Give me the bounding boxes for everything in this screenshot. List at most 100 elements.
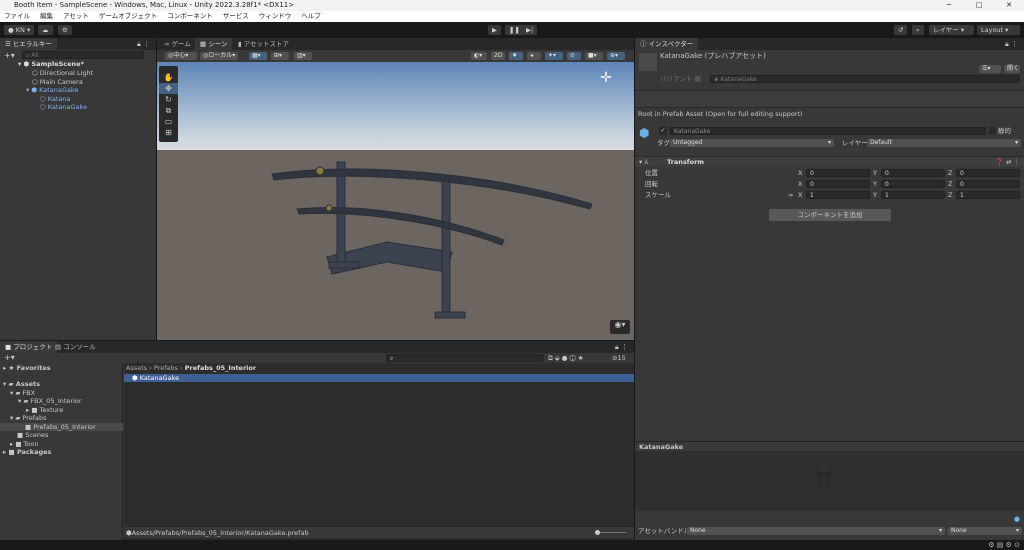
open-prefab-button[interactable]: 開く	[1004, 65, 1020, 73]
transform-x-field[interactable]: 0	[806, 169, 870, 177]
transform-x-field[interactable]: 0	[806, 180, 870, 188]
hidden-count[interactable]: ⊘15	[612, 354, 626, 362]
tab-game[interactable]: ∞ ゲーム	[159, 38, 196, 50]
tab-asset-store[interactable]: ▮ アセットストア	[233, 38, 294, 50]
transform-z-field[interactable]: 0	[956, 180, 1020, 188]
menu-component[interactable]: コンポーネント	[167, 11, 213, 22]
step-button[interactable]: ▶|	[522, 25, 538, 35]
lock-icon[interactable]: 🔒︎ ⋮	[615, 343, 628, 352]
grid-snap-button[interactable]: ▦▾	[249, 52, 267, 60]
scene-gizmo-icon[interactable]: ✛	[590, 70, 622, 102]
file-item-selected[interactable]: ⬢ KatanaGake	[124, 374, 634, 382]
lock-icon[interactable]: 🔒︎ ⋮	[1005, 40, 1018, 49]
gizmos-button[interactable]: ⊕▾	[607, 52, 625, 60]
play-button[interactable]: ▶	[488, 25, 501, 35]
active-checkbox[interactable]: ✓	[659, 127, 667, 135]
snap-button[interactable]: ⊞▾	[271, 52, 289, 60]
tab-inspector[interactable]: ⓘ インスペクター	[635, 38, 699, 50]
icon-size-slider[interactable]	[595, 530, 626, 535]
hierarchy-item[interactable]: ⬡ Directional Light	[32, 69, 93, 77]
align-button[interactable]: ▥▾	[294, 52, 312, 60]
hierarchy-item[interactable]: ▾ ⬢ KatanaGake	[26, 86, 78, 94]
add-button[interactable]: +▾	[4, 51, 15, 60]
search-icon[interactable]: ⌕	[912, 25, 924, 35]
tree-assets[interactable]: ▾ ▰ Assets	[3, 380, 40, 388]
label-icon[interactable]: ●	[1014, 515, 1020, 523]
scale-tool-icon[interactable]: ⧉	[159, 105, 178, 116]
tree-folder[interactable]: ▸ ■ Toon	[10, 440, 39, 448]
menu-assets[interactable]: アセット	[63, 11, 89, 22]
layer-dropdown[interactable]: Default ▾	[867, 139, 1021, 147]
maximize-button[interactable]: □	[964, 0, 994, 11]
account-button[interactable]: ● KN ▾	[4, 25, 35, 35]
tag-dropdown[interactable]: Untagged ▾	[670, 139, 834, 147]
lock-icon[interactable]: 🔒︎ ⋮	[137, 40, 150, 49]
draw-mode-button[interactable]: ◐▾	[471, 52, 487, 60]
name-input[interactable]: KatanaGake	[670, 127, 986, 135]
camera-button[interactable]: ■▾	[585, 52, 603, 60]
history-icon[interactable]: ↺	[894, 25, 908, 35]
2d-toggle[interactable]: 2D	[491, 52, 505, 60]
asset-bundle-dropdown[interactable]: None ▾	[687, 527, 945, 535]
tab-hierarchy[interactable]: ☰ ヒエラルキー	[0, 38, 57, 50]
transform-tool-icon[interactable]: ⊞	[159, 127, 178, 138]
collab-icon[interactable]: ⚙	[58, 25, 72, 35]
tree-folder[interactable]: ▸ ■ Texture	[26, 406, 63, 414]
transform-x-field[interactable]: 1	[806, 191, 870, 199]
menu-window[interactable]: ウィンドウ	[259, 11, 292, 22]
hierarchy-item[interactable]: ⬡ Katana	[40, 95, 71, 103]
transform-z-field[interactable]: 1	[956, 191, 1020, 199]
space-dropdown[interactable]: ◎ローカル▾	[200, 52, 238, 60]
lighting-toggle[interactable]: ♦	[509, 52, 523, 60]
static-checkbox[interactable]	[989, 127, 996, 134]
rotate-tool-icon[interactable]: ↻	[159, 94, 178, 105]
transform-y-field[interactable]: 1	[881, 191, 945, 199]
tab-project[interactable]: ■ プロジェクト	[0, 341, 58, 353]
constrain-proportions-icon[interactable]: ∞	[788, 191, 793, 199]
menu-gameobject[interactable]: ゲームオブジェクト	[99, 11, 157, 22]
component-menu-icon[interactable]: ❓ ⇄ ⋮	[996, 158, 1020, 166]
breadcrumb-item[interactable]: Prefabs_05_Interior	[185, 364, 256, 372]
tab-console[interactable]: ▤ コンソール	[50, 341, 101, 353]
preview-header[interactable]: KatanaGake	[635, 441, 1024, 451]
scene-viewport[interactable]	[157, 62, 634, 340]
menu-services[interactable]: サービス	[223, 11, 249, 22]
effects-toggle[interactable]: ✦▾	[545, 52, 563, 60]
hierarchy-search-input[interactable]: ⌕ All	[22, 51, 144, 59]
tree-folder[interactable]: ▾ ▰ Prefabs	[10, 414, 47, 422]
rect-tool-icon[interactable]: ▭	[159, 116, 178, 127]
close-button[interactable]: ✕	[994, 0, 1024, 11]
tree-favorites[interactable]: ▸ ★ Favorites	[3, 364, 51, 372]
transform-y-field[interactable]: 0	[881, 169, 945, 177]
create-button[interactable]: +▾	[4, 353, 15, 362]
hierarchy-item[interactable]: ⬡ KatanaGake	[40, 103, 87, 111]
breadcrumb-item[interactable]: Prefabs	[154, 364, 178, 372]
breadcrumb-item[interactable]: Assets	[126, 364, 147, 372]
filter-icons[interactable]: ⧉ ⬙ ● ⓘ ★	[548, 354, 583, 362]
overlay-menu-icon[interactable]: ◉▾	[610, 320, 630, 334]
pivot-dropdown[interactable]: ◎中心▾	[165, 52, 197, 60]
tree-folder-selected[interactable]: ■ Prefabs_05_Interior	[0, 423, 123, 431]
tree-folder[interactable]: ▾ ▰ FBX_05_Interior	[18, 397, 82, 405]
overrides-dropdown[interactable]: ☰▾	[979, 65, 1001, 73]
asset-variant-dropdown[interactable]: None ▾	[948, 527, 1022, 535]
project-search-input[interactable]: ⌕	[386, 354, 544, 362]
transform-z-field[interactable]: 0	[956, 169, 1020, 177]
move-tool-icon[interactable]: ✥	[159, 83, 178, 94]
hand-tool-icon[interactable]: ✋	[159, 72, 178, 83]
tab-scene[interactable]: ▦ シーン	[195, 38, 233, 50]
transform-header[interactable]: ▾ ⅄ Transform ❓ ⇄ ⋮	[635, 156, 1024, 167]
audio-toggle[interactable]: ◂	[527, 52, 541, 60]
menu-help[interactable]: ヘルプ	[301, 11, 321, 22]
tree-folder[interactable]: ▾ ▰ FBX	[10, 389, 35, 397]
status-bar-icons[interactable]: ⚙ ▤ ⚙ ⊙	[988, 541, 1020, 549]
menu-file[interactable]: ファイル	[4, 11, 30, 22]
hidden-toggle[interactable]: ⊘	[567, 52, 581, 60]
tree-packages[interactable]: ▸ ■ Packages	[3, 448, 51, 456]
layers-dropdown[interactable]: レイヤー ▾	[929, 25, 974, 35]
minimize-button[interactable]: ─	[934, 0, 964, 11]
add-component-button[interactable]: コンポーネントを追加	[769, 209, 891, 221]
layout-dropdown[interactable]: Layout ▾	[977, 25, 1020, 35]
hierarchy-item[interactable]: ⬡ Main Camera	[32, 78, 83, 86]
transform-y-field[interactable]: 0	[881, 180, 945, 188]
